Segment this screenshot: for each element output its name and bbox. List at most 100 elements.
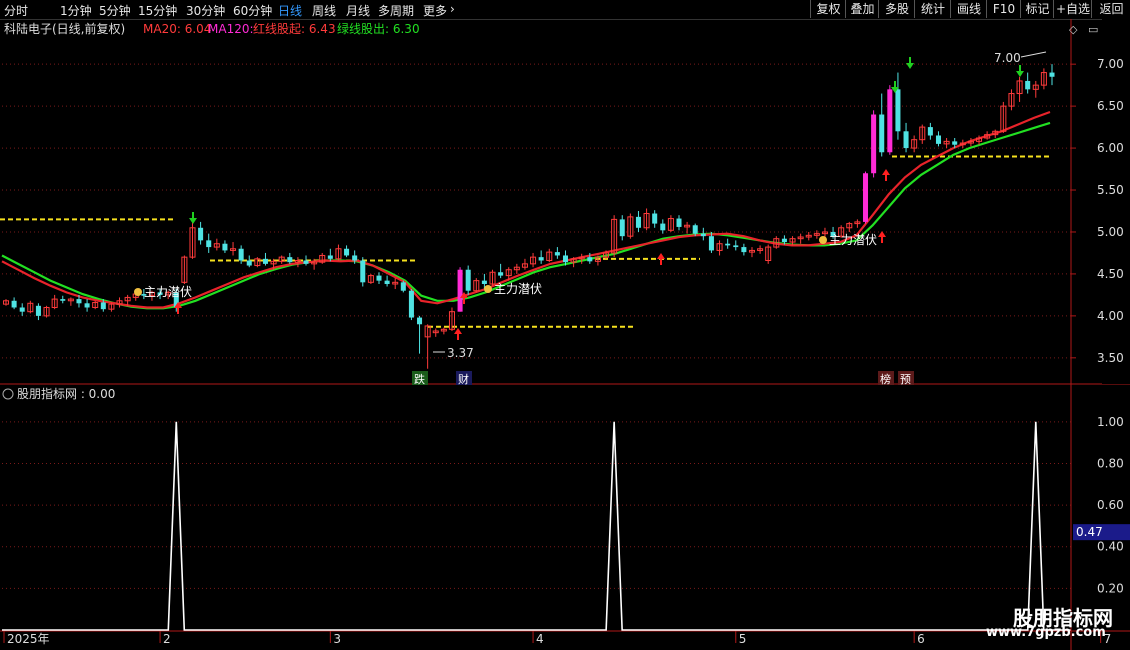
candle-body — [903, 131, 909, 149]
candle-body — [384, 280, 390, 284]
timeframe-5[interactable]: 60分钟 — [233, 2, 272, 19]
candle-body — [465, 269, 471, 291]
event-marker: 榜 — [880, 372, 891, 386]
candle-body — [952, 141, 958, 145]
hand-pointer-icon — [484, 285, 492, 293]
axis-tick-label: 5.50 — [1097, 183, 1124, 197]
toolbar-button-1[interactable]: 叠加 — [845, 0, 879, 18]
up-arrow-icon — [882, 169, 890, 181]
time-tick-label: 3 — [333, 632, 341, 646]
candle-body — [676, 218, 682, 227]
timeframe-4[interactable]: 30分钟 — [186, 2, 225, 19]
main-price-panel — [0, 57, 1130, 385]
header-label-4: 绿线股出: 6.30 — [337, 21, 420, 36]
candle-body — [1025, 80, 1031, 90]
chart-labels: 主力潜伏 主力潜伏主力潜伏3.377.00跌财榜预科陆电子(日线,前复权) MA20… — [4, 21, 1098, 386]
event-marker: 预 — [900, 373, 911, 386]
candle-body — [206, 240, 212, 248]
header-label-1: MA20: 6.04 — [143, 22, 211, 36]
candle-body — [725, 243, 731, 246]
candle-body — [708, 236, 714, 251]
candle-body — [246, 260, 252, 266]
header-label-3: 红线股起: 6.43 — [253, 21, 336, 36]
event-marker: 财 — [458, 372, 469, 386]
timeframe-8[interactable]: 月线 — [346, 2, 370, 19]
header-label-2: MA120: — [208, 22, 254, 36]
candle-body — [652, 213, 658, 224]
signal-label: 主力潜伏 — [829, 233, 877, 247]
toolbar-button-6[interactable]: 标记 — [1020, 0, 1054, 18]
time-tick-label: 2 — [163, 632, 171, 646]
candle-body — [895, 89, 901, 132]
max-pointer — [1020, 51, 1047, 58]
signal-label: 主力潜伏 — [494, 282, 542, 296]
candle-body — [887, 89, 893, 153]
up-arrow-icon — [878, 231, 886, 243]
sub-axis-tick-label: 0.20 — [1097, 581, 1124, 595]
toolbar-button-7[interactable]: +自选 — [1053, 0, 1092, 18]
time-tick-label: 6 — [917, 632, 925, 646]
candle-body — [871, 114, 877, 174]
timeframe-toolbar: 分时 1分钟 5分钟 15分钟 30分钟 60分钟 日线 周线 月线 多周期 更多 › 复权 叠加 多股 统计… — [0, 0, 1130, 20]
candle-body — [60, 299, 66, 301]
timeframe-9[interactable]: 多周期 — [378, 2, 414, 19]
axis-bg — [1102, 19, 1130, 384]
candle-body — [587, 257, 593, 262]
minimize-icon: ▭ — [1088, 23, 1098, 36]
candle-body — [303, 260, 309, 264]
candle-body — [238, 248, 244, 261]
candle-body — [287, 257, 293, 263]
candle-body — [781, 238, 787, 243]
candle-body — [376, 275, 382, 281]
ma-green-line — [1, 121, 1051, 310]
time-tick-label: 5 — [739, 632, 747, 646]
toolbar-button-8[interactable]: 返回 — [1091, 0, 1130, 18]
toolbar-button-3[interactable]: 统计 — [914, 0, 951, 18]
candle-body — [635, 216, 641, 228]
timeframe-2[interactable]: 5分钟 — [99, 2, 131, 19]
indicator-panel: 0.20 0.40 0.60 0.80 1.00 0.47 股朋指标网 : 0.00 2025… — [0, 386, 1130, 646]
axis-tick-label: 5.00 — [1097, 225, 1124, 239]
price-axis: 3.50 4.00 4.50 5.00 5.50 6.00 6.50 7.00 — [1070, 19, 1130, 650]
toolbar-button-2[interactable]: 多股 — [878, 0, 915, 18]
timeframe-0[interactable]: 分时 — [4, 2, 28, 19]
hand-pointer-icon — [819, 236, 827, 244]
diamond-icon: ◇ — [1069, 23, 1078, 36]
candle-body — [700, 233, 706, 237]
current-value-label: 0.47 — [1076, 525, 1103, 539]
candle-body — [660, 223, 666, 231]
axis-tick-label: 3.50 — [1097, 351, 1124, 365]
up-arrow-icon — [657, 253, 665, 265]
more-chevron-icon[interactable]: › — [450, 2, 455, 16]
candle-body — [457, 269, 463, 312]
candle-body — [417, 317, 423, 325]
candle-body — [498, 272, 504, 276]
axis-tick-label: 6.00 — [1097, 141, 1124, 155]
candle-body — [222, 243, 228, 251]
candle-body — [1049, 72, 1055, 77]
time-tick-label: 2025年 — [7, 632, 50, 646]
up-arrow-icon — [454, 328, 462, 340]
time-tick-label: 4 — [536, 632, 544, 646]
candle-body — [481, 280, 487, 284]
timeframe-6[interactable]: 日线 — [278, 2, 302, 19]
timeframe-7[interactable]: 周线 — [312, 2, 336, 19]
timeframe-1[interactable]: 1分钟 — [60, 2, 92, 19]
axis-tick-label: 7.00 — [1097, 57, 1124, 71]
max-price-label: 7.00 — [994, 51, 1021, 65]
sub-axis-tick-label: 0.80 — [1097, 456, 1124, 470]
down-arrow-icon — [906, 57, 914, 69]
candle-body — [352, 255, 358, 261]
toolbar-button-4[interactable]: 画线 — [950, 0, 987, 18]
kline-chart[interactable]: 0.20 0.40 0.60 0.80 1.00 0.47 股朋指标网 : 0.00 2025… — [0, 19, 1130, 650]
timeframe-10[interactable]: 更多 — [423, 2, 447, 19]
timeframe-3[interactable]: 15分钟 — [138, 2, 177, 19]
toolbar-button-0[interactable]: 复权 — [810, 0, 846, 18]
hand-pointer-icon — [134, 288, 142, 296]
candle-body — [35, 305, 41, 316]
candle-body — [619, 219, 625, 237]
toolbar-button-5[interactable]: F10 — [986, 0, 1021, 18]
candle-body — [100, 302, 106, 310]
axis-tick-label: 4.50 — [1097, 267, 1124, 281]
candle-body — [741, 247, 747, 253]
